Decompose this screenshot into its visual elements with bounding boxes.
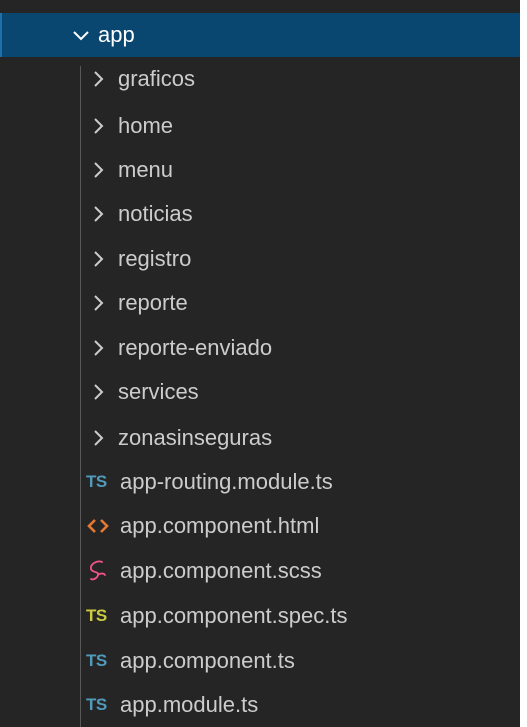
- html-file-icon: [86, 515, 120, 537]
- tree-item-folder-menu[interactable]: menu: [0, 148, 520, 192]
- tree-item-label: reporte-enviado: [118, 335, 273, 360]
- file-explorer-panel: app graficos home menu noticias registro: [0, 0, 520, 727]
- tree-item-label: app: [98, 22, 135, 47]
- typescript-file-icon: TS: [86, 695, 107, 714]
- tree-item-folder-registro[interactable]: registro: [0, 237, 520, 281]
- tree-item-folder-services[interactable]: services: [0, 370, 520, 414]
- chevron-right-icon: [88, 292, 110, 314]
- tree-item-label: app.component.html: [120, 513, 320, 538]
- tree-item-label: app.component.spec.ts: [120, 603, 348, 628]
- chevron-right-icon: [88, 337, 110, 359]
- tree-item-folder-reporte-enviado[interactable]: reporte-enviado: [0, 326, 520, 370]
- tree-item-label: graficos: [118, 66, 196, 91]
- tree-item-label: app.component.scss: [120, 558, 322, 583]
- tree-item-file-app-component-html[interactable]: app.component.html: [0, 504, 520, 548]
- tree-item-label: app.module.ts: [120, 692, 259, 717]
- tree-item-label: home: [118, 113, 174, 138]
- tree-item-folder-zonasinseguras[interactable]: zonasinseguras: [0, 416, 520, 460]
- tree-item-file-app-component-spec-ts[interactable]: TS app.component.spec.ts: [0, 594, 520, 638]
- sass-file-icon: [86, 559, 120, 583]
- window-edge: [520, 0, 527, 727]
- typescript-spec-file-icon: TS: [86, 606, 107, 625]
- tree-item-folder-reporte[interactable]: reporte: [0, 281, 520, 325]
- tree-item-folder-home[interactable]: home: [0, 104, 520, 148]
- tree-item-file-app-component-ts[interactable]: TS app.component.ts: [0, 639, 520, 683]
- tree-item-label: noticias: [118, 201, 193, 226]
- chevron-right-icon: [88, 115, 110, 137]
- chevron-right-icon: [88, 381, 110, 403]
- tree-item-label: app.component.ts: [120, 648, 295, 673]
- tree-item-label: zonasinseguras: [118, 425, 273, 450]
- tree-item-app-folder[interactable]: app: [0, 13, 520, 57]
- chevron-right-icon: [88, 159, 110, 181]
- typescript-file-icon: TS: [86, 651, 107, 670]
- tree-item-folder-graficos[interactable]: graficos: [0, 57, 520, 101]
- chevron-right-icon: [88, 427, 110, 449]
- tree-item-label: registro: [118, 246, 192, 271]
- tree-item-folder-noticias[interactable]: noticias: [0, 192, 520, 236]
- typescript-file-icon: TS: [86, 472, 107, 491]
- chevron-down-icon: [70, 24, 92, 46]
- tree-item-file-app-component-scss[interactable]: app.component.scss: [0, 549, 520, 593]
- tree-item-label: app-routing.module.ts: [120, 469, 333, 494]
- chevron-right-icon: [88, 68, 110, 90]
- tree-item-file-app-module-ts[interactable]: TS app.module.ts: [0, 683, 520, 727]
- tree-item-label: reporte: [118, 290, 188, 315]
- tree-item-label: services: [118, 379, 199, 404]
- chevron-right-icon: [88, 248, 110, 270]
- tree-item-label: menu: [118, 157, 174, 182]
- tree-item-file-app-routing-module-ts[interactable]: TS app-routing.module.ts: [0, 460, 520, 504]
- chevron-right-icon: [88, 203, 110, 225]
